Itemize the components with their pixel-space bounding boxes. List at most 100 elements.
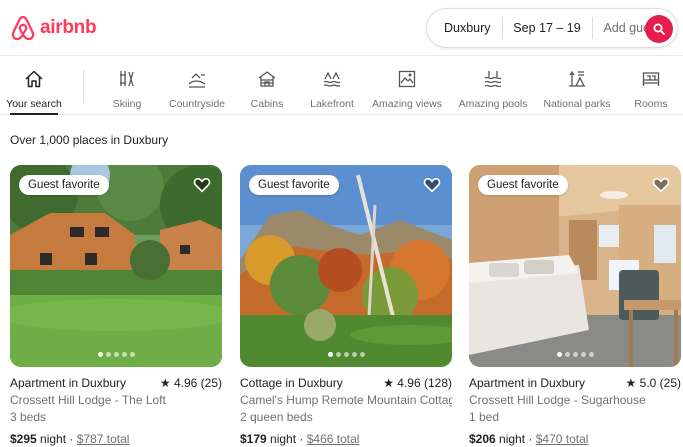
skiing-icon — [115, 67, 139, 91]
listing-card[interactable]: Guest favorite Apartment in Duxbury ★ 5.… — [469, 165, 681, 446]
listing-name: Crossett Hill Lodge - The Loft — [10, 393, 166, 407]
pagination-dot[interactable] — [129, 352, 135, 357]
pool-icon — [481, 67, 505, 91]
airbnb-wordmark: airbnb — [40, 17, 97, 38]
pagination-dot[interactable] — [359, 352, 365, 357]
listing-price: $206 night · $470 total — [469, 432, 589, 446]
category-label: Cabins — [250, 98, 284, 110]
listing-rating: ★ 4.96 (25) — [160, 376, 222, 390]
photo-pagination[interactable] — [240, 352, 452, 357]
category-cabins[interactable]: Cabins — [250, 67, 284, 115]
pagination-dot[interactable] — [580, 352, 586, 357]
airbnb-logo-icon — [11, 15, 35, 41]
category-lakefront[interactable]: Lakefront — [310, 67, 354, 115]
listing-beds: 2 queen beds — [240, 410, 313, 424]
listing-name: Crossett Hill Lodge - Sugarhouse — [469, 393, 646, 407]
pagination-dot[interactable] — [335, 352, 341, 357]
category-countryside[interactable]: Countryside — [168, 67, 226, 115]
listing-beds: 1 bed — [469, 410, 500, 424]
rating-value: 4.96 (25) — [173, 376, 222, 390]
room-icon — [639, 67, 663, 91]
price-amount: $295 — [10, 432, 37, 446]
amazing-views-icon — [395, 67, 419, 91]
favorite-heart-icon[interactable] — [193, 176, 211, 194]
listing-beds: 3 beds — [10, 410, 47, 424]
lakefront-icon — [320, 67, 344, 91]
category-label: Amazing pools — [458, 98, 528, 110]
search-dates[interactable]: Sep 17 – 19 — [502, 21, 591, 35]
guest-favorite-badge: Guest favorite — [249, 175, 339, 195]
listing-photo[interactable]: Guest favorite — [240, 165, 452, 367]
listing-photo-image — [10, 165, 222, 367]
listing-photo[interactable]: Guest favorite — [10, 165, 222, 367]
category-divider — [83, 69, 84, 103]
guest-favorite-badge: Guest favorite — [19, 175, 109, 195]
category-rooms[interactable]: Rooms — [634, 67, 668, 115]
photo-pagination[interactable] — [10, 352, 222, 357]
search-bar[interactable]: Duxbury Sep 17 – 19 Add guests — [426, 8, 678, 48]
listing-title: Cottage in Duxbury — [240, 376, 343, 390]
pagination-dot[interactable] — [556, 352, 562, 357]
category-label: National parks — [543, 98, 611, 110]
price-unit: night — [270, 432, 297, 446]
category-label: Skiing — [112, 98, 142, 110]
pagination-dot[interactable] — [564, 352, 570, 357]
listing-title: Apartment in Duxbury — [469, 376, 586, 390]
listing-card[interactable]: Guest favorite Cottage in Duxbury ★ 4.96… — [240, 165, 452, 446]
pagination-dot[interactable] — [327, 352, 333, 357]
listing-card[interactable]: Guest favorite Apartment in Duxbury ★ 4.… — [10, 165, 222, 446]
listing-rating: ★ 5.0 (25) — [626, 376, 681, 390]
pagination-dot[interactable] — [343, 352, 349, 357]
rating-value: 5.0 (25) — [639, 376, 681, 390]
top-header: airbnb Duxbury Sep 17 – 19 Add guests — [0, 0, 683, 56]
price-total[interactable]: $470 total — [536, 432, 589, 446]
pagination-dot[interactable] — [97, 352, 103, 357]
photo-pagination[interactable] — [469, 352, 681, 357]
category-your-search[interactable]: Your search — [6, 67, 62, 115]
search-where[interactable]: Duxbury — [427, 21, 502, 35]
listing-price: $179 night · $466 total — [240, 432, 360, 446]
search-icon — [653, 23, 665, 35]
category-label: Countryside — [168, 98, 226, 110]
favorite-heart-icon[interactable] — [652, 176, 670, 194]
price-total[interactable]: $787 total — [77, 432, 130, 446]
search-button[interactable] — [645, 15, 673, 43]
listing-photo-image — [469, 165, 681, 367]
category-amazing-pools[interactable]: Amazing pools — [459, 67, 527, 115]
guest-favorite-badge: Guest favorite — [478, 175, 568, 195]
favorite-heart-icon[interactable] — [423, 176, 441, 194]
category-national-parks[interactable]: National parks — [543, 67, 611, 115]
pagination-dot[interactable] — [351, 352, 357, 357]
pagination-dot[interactable] — [113, 352, 119, 357]
airbnb-logo[interactable]: airbnb — [10, 14, 97, 42]
category-label: Amazing views — [371, 98, 443, 110]
star-icon: ★ — [625, 376, 637, 390]
star-icon: ★ — [383, 376, 394, 390]
price-amount: $206 — [469, 432, 496, 446]
listing-photo[interactable]: Guest favorite — [469, 165, 681, 367]
listing-price: $295 night · $787 total — [10, 432, 130, 446]
category-skiing[interactable]: Skiing — [112, 67, 142, 115]
price-total[interactable]: $466 total — [307, 432, 360, 446]
category-label: Rooms — [634, 98, 668, 110]
star-icon: ★ — [159, 376, 171, 390]
pagination-dot[interactable] — [105, 352, 111, 357]
category-amazing-views[interactable]: Amazing views — [371, 67, 443, 115]
home-icon — [22, 67, 46, 91]
rating-value: 4.96 (128) — [397, 376, 452, 390]
price-amount: $179 — [240, 432, 267, 446]
price-unit: night — [40, 432, 67, 446]
price-unit: night — [499, 432, 526, 446]
pagination-dot[interactable] — [572, 352, 578, 357]
result-count: Over 1,000 places in Duxbury — [10, 133, 169, 147]
pagination-dot[interactable] — [121, 352, 127, 357]
countryside-icon — [185, 67, 209, 91]
category-bar: Your search Skiing Countryside Cabins La… — [0, 57, 683, 115]
listing-name: Camel's Hump Remote Mountain Cottage — [240, 393, 452, 407]
listing-photo-image — [240, 165, 452, 367]
category-label: Your search — [6, 98, 62, 110]
listing-rating: ★ 4.96 (128) — [383, 376, 452, 390]
pagination-dot[interactable] — [588, 352, 594, 357]
category-label: Lakefront — [310, 98, 354, 110]
listing-title: Apartment in Duxbury — [10, 376, 127, 390]
